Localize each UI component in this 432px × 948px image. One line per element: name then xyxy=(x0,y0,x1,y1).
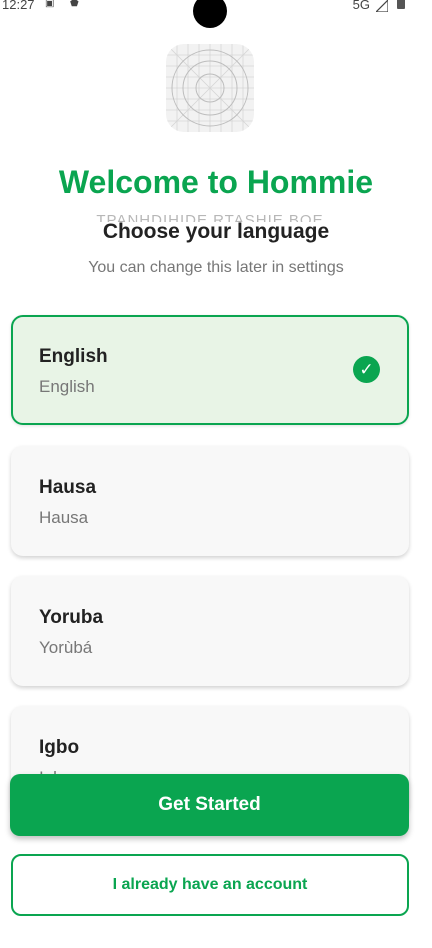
front-camera xyxy=(193,0,227,28)
battery-icon xyxy=(397,0,405,9)
welcome-title: Welcome to Hommie xyxy=(58,164,374,200)
signal-icon xyxy=(376,0,388,12)
language-option-english[interactable]: English English ✓ xyxy=(11,315,409,425)
settings-hint: You can change this later in settings xyxy=(88,259,344,276)
choose-language-heading: Choose your language xyxy=(102,220,330,243)
language-native-name: Hausa xyxy=(39,508,89,527)
shield-icon: ⬟ xyxy=(70,0,79,9)
language-option-hausa[interactable]: Hausa Hausa xyxy=(11,446,409,556)
logo-placeholder-icon xyxy=(166,44,254,132)
language-name: English xyxy=(39,346,108,367)
language-native-name: English xyxy=(39,377,95,396)
language-name: Igbo xyxy=(39,737,80,758)
existing-account-button[interactable]: I already have an account xyxy=(11,854,409,916)
network-type: 5G xyxy=(352,0,370,12)
language-native-name: Yorùbá xyxy=(39,638,93,657)
status-bar: 12:27 ▣ ⬟ 5G xyxy=(0,0,432,28)
language-option-yoruba[interactable]: Yoruba Yorùbá xyxy=(11,576,409,686)
notification-a-icon: ▣ xyxy=(45,0,55,9)
status-time: 12:27 xyxy=(2,0,35,12)
get-started-button[interactable]: Get Started xyxy=(10,774,409,836)
checkmark-icon: ✓ xyxy=(353,356,380,383)
app-logo xyxy=(166,44,254,132)
language-name: Yoruba xyxy=(39,607,104,628)
language-name: Hausa xyxy=(39,477,97,498)
